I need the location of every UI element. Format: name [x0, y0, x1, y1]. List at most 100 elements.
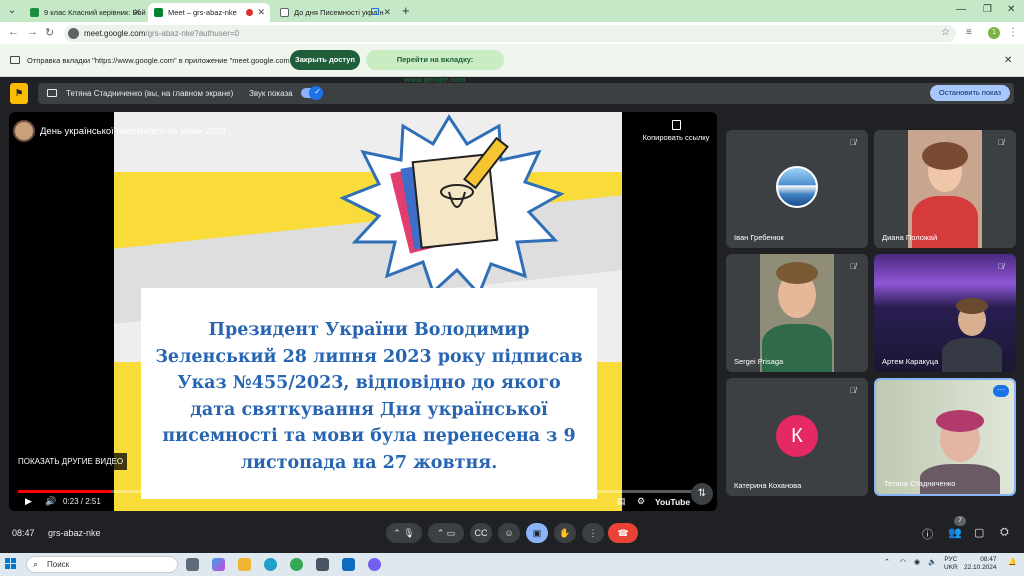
participant-tile[interactable]: 🎙̸ Іван Гребенюк — [726, 130, 868, 248]
tab-classroom[interactable]: 9 клас Класний керівник: Бойко ✕ — [24, 3, 146, 22]
video-progress-bar[interactable] — [18, 490, 708, 493]
tab-google[interactable]: До дня Писемності україн ✕ — [274, 3, 396, 22]
tab-search-icon[interactable]: ⌄ — [4, 4, 20, 18]
browser-toolbar: ← → ↻ meet.google.com/grs-abaz-nke?authu… — [0, 22, 1024, 44]
main-video[interactable]: Президент України Володимир Зеленський 2… — [9, 112, 717, 511]
youtube-logo[interactable]: YouTube — [655, 497, 690, 507]
info-icon[interactable]: ⓘ — [922, 526, 933, 542]
classroom-icon — [30, 8, 39, 17]
raise-hand-icon[interactable]: ✋ — [554, 523, 576, 543]
task-view-icon[interactable] — [186, 558, 199, 571]
meeting-code: grs-abaz-nke — [48, 528, 101, 538]
tab-search-list-icon[interactable]: ≡ — [966, 27, 972, 38]
google-icon — [280, 8, 289, 17]
tray-arrow-icon[interactable]: ⌃ — [884, 558, 890, 566]
notifications-icon[interactable]: 🔔 — [1008, 558, 1017, 566]
cast-icon — [371, 8, 379, 15]
more-options-button[interactable]: ⋮ — [582, 523, 604, 543]
switch-tab-button[interactable]: Перейти на вкладку: www.google.com — [366, 50, 504, 84]
close-icon[interactable]: ✕ — [257, 7, 265, 18]
volume-icon[interactable]: 🔊 — [45, 496, 56, 507]
participant-tile[interactable]: 🎙̸ Диана Положай — [874, 130, 1016, 248]
mic-off-icon: 🎙̸ — [850, 138, 856, 147]
participant-tile-self[interactable]: ··· Тетяна Стадниченко — [874, 378, 1016, 496]
settings-gear-icon[interactable]: ⚙ — [637, 496, 645, 507]
windows-start-icon[interactable] — [5, 558, 17, 570]
captions-button[interactable]: CC — [470, 523, 492, 543]
channel-avatar[interactable] — [13, 120, 35, 142]
microphone-button[interactable]: ⌃ 🎙 — [386, 523, 422, 543]
restore-icon[interactable]: ❐ — [983, 4, 992, 15]
viber-icon[interactable] — [368, 558, 381, 571]
participant-tile[interactable]: 🎙̸ Артем Каракуца — [874, 254, 1016, 372]
unpin-icon[interactable]: ⇅ — [691, 483, 713, 505]
forward-icon[interactable]: → — [27, 26, 38, 38]
recording-icon — [246, 9, 253, 16]
stop-sharing-button[interactable]: Закрыть доступ — [290, 50, 360, 70]
stop-presenting-button[interactable]: Остановить показ — [930, 85, 1010, 101]
meeting-clock: 08:47 — [12, 528, 35, 538]
url-text: meet.google.com/grs-abaz-nke?authuser=0 — [84, 29, 239, 38]
presentation-badge-icon: ⚑ — [10, 83, 28, 104]
close-icon[interactable]: ✕ — [383, 7, 391, 18]
burst-illustration — [339, 114, 565, 297]
progress-fill — [18, 490, 112, 493]
menu-icon[interactable]: ⋮ — [1008, 27, 1018, 38]
copilot-icon[interactable] — [212, 558, 225, 571]
taskbar-clock[interactable]: 08:47 22.10.2024 — [964, 556, 997, 572]
more-videos-button[interactable]: ПОКАЗАТЬ ДРУГИЕ ВИДЕО — [14, 453, 128, 470]
leave-call-button[interactable]: ☎ — [608, 523, 638, 543]
screen-share-icon — [10, 56, 20, 64]
language-indicator[interactable]: РУС UKR — [944, 556, 958, 572]
file-explorer-icon[interactable] — [238, 558, 251, 571]
mic-off-icon: 🎙̸ — [850, 386, 856, 395]
back-icon[interactable]: ← — [8, 26, 19, 38]
store-icon[interactable] — [316, 558, 329, 571]
edge-icon[interactable] — [264, 558, 277, 571]
copy-link-button[interactable]: Копировать ссылку — [639, 120, 713, 142]
site-info-icon[interactable] — [68, 28, 79, 39]
participant-tile[interactable]: К 🎙̸ Катерина Коханова — [726, 378, 868, 496]
activities-icon[interactable]: ⛭ — [1000, 526, 1009, 539]
close-icon[interactable]: ✕ — [1004, 55, 1012, 66]
taskbar-search-input[interactable]: ⌕ Поиск — [26, 556, 178, 573]
video-frame: Президент України Володимир Зеленський 2… — [114, 112, 622, 511]
bookmark-star-icon[interactable]: ☆ — [941, 27, 950, 38]
minimize-icon[interactable]: — — [956, 4, 966, 15]
new-tab-button[interactable]: + — [402, 3, 410, 18]
video-time: 0:23 / 2:51 — [63, 497, 101, 506]
outlook-icon[interactable] — [342, 558, 355, 571]
people-icon[interactable]: 👥 — [948, 526, 962, 539]
play-icon[interactable]: ▶ — [25, 496, 32, 507]
close-icon[interactable]: ✕ — [133, 7, 141, 18]
browser-tab-strip: ⌄ 9 клас Класний керівник: Бойко ✕ Meet … — [0, 0, 1024, 22]
participant-avatar: К — [776, 415, 818, 457]
emoji-icon[interactable]: ☺ — [498, 523, 520, 543]
wifi-icon[interactable]: ◉ — [914, 558, 920, 566]
profile-avatar[interactable]: 1 — [988, 27, 1000, 39]
video-title[interactable]: День української писемності та мови 2023 — [40, 126, 226, 137]
chrome-icon[interactable] — [290, 558, 303, 571]
more-options-icon[interactable]: ··· — [993, 385, 1009, 397]
check-icon: ✓ — [314, 87, 321, 96]
camera-button[interactable]: ⌃ ▭ — [428, 523, 464, 543]
network-icon[interactable]: ◠ — [900, 558, 906, 566]
mic-off-icon: 🎙̸ — [998, 262, 1004, 271]
participant-video — [908, 130, 982, 248]
participant-tile[interactable]: 🎙̸ Sergei Prisaga — [726, 254, 868, 372]
mic-off-icon: 🎙̸ — [998, 138, 1004, 147]
volume-icon[interactable]: 🔈 — [928, 558, 937, 566]
address-bar[interactable]: meet.google.com/grs-abaz-nke?authuser=0 … — [64, 25, 956, 42]
slide-text: Президент України Володимир Зеленський 2… — [155, 320, 583, 473]
presenter-name: Тетяна Стадниченко (вы, на главном экран… — [66, 89, 234, 98]
window-close-icon[interactable]: ✕ — [1007, 4, 1015, 15]
tab-sharing-bar: Отправка вкладки "https://www.google.com… — [0, 44, 1024, 84]
subtitles-icon[interactable]: ▤ — [617, 496, 626, 507]
present-button[interactable]: ▣ — [526, 523, 548, 543]
meet-icon — [154, 8, 163, 17]
chat-icon[interactable]: ▢ — [974, 526, 984, 539]
slide-text-box: Президент України Володимир Зеленський 2… — [141, 288, 597, 499]
share-audio-toggle[interactable]: ✓ — [301, 86, 323, 100]
tab-meet[interactable]: Meet – grs-abaz-nke ✕ — [148, 3, 270, 22]
reload-icon[interactable]: ↻ — [45, 26, 54, 39]
